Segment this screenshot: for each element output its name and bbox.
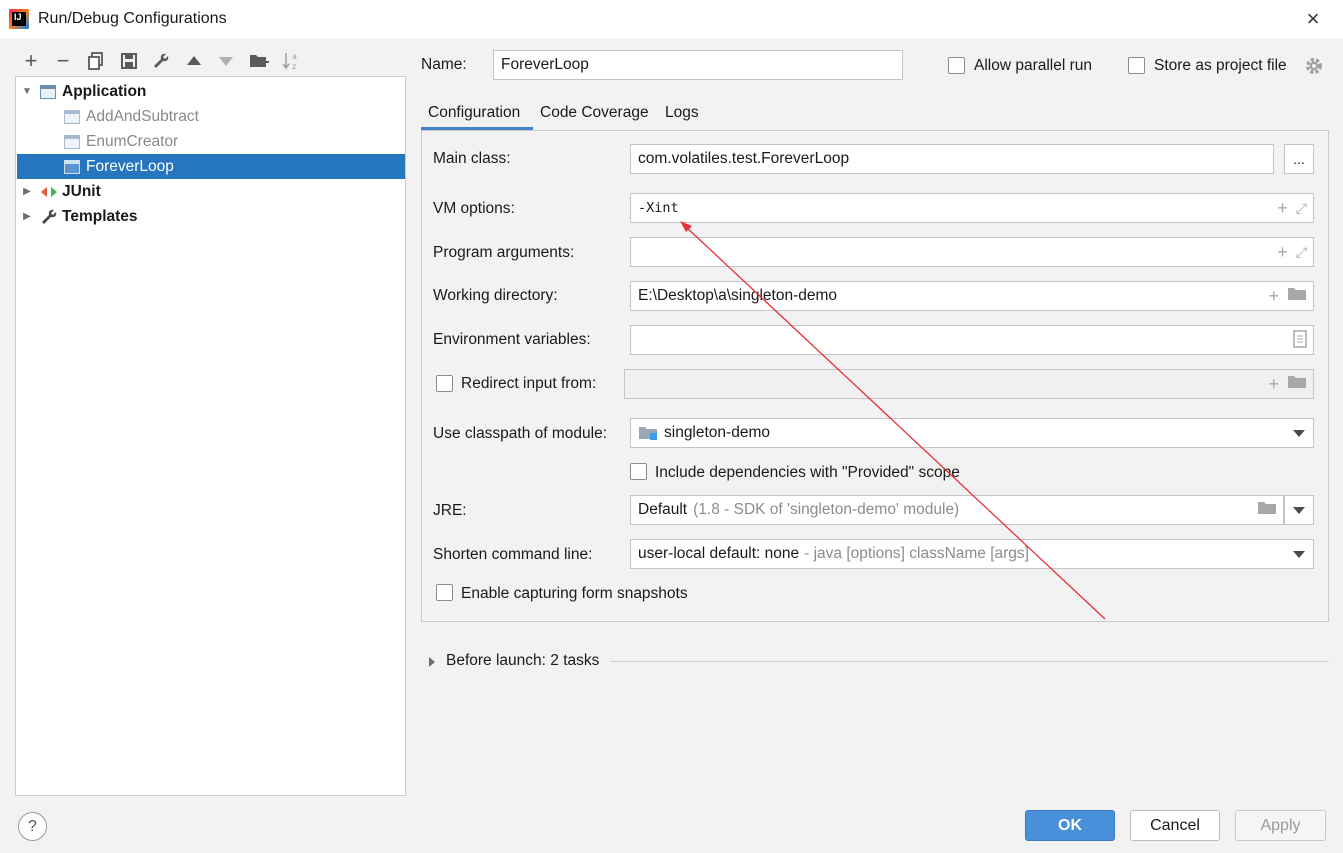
annotation-arrow xyxy=(680,221,1106,620)
cancel-button[interactable]: Cancel xyxy=(1130,810,1220,841)
apply-button[interactable]: Apply xyxy=(1235,810,1326,841)
ok-button[interactable]: OK xyxy=(1025,810,1115,841)
help-button[interactable]: ? xyxy=(18,812,47,841)
